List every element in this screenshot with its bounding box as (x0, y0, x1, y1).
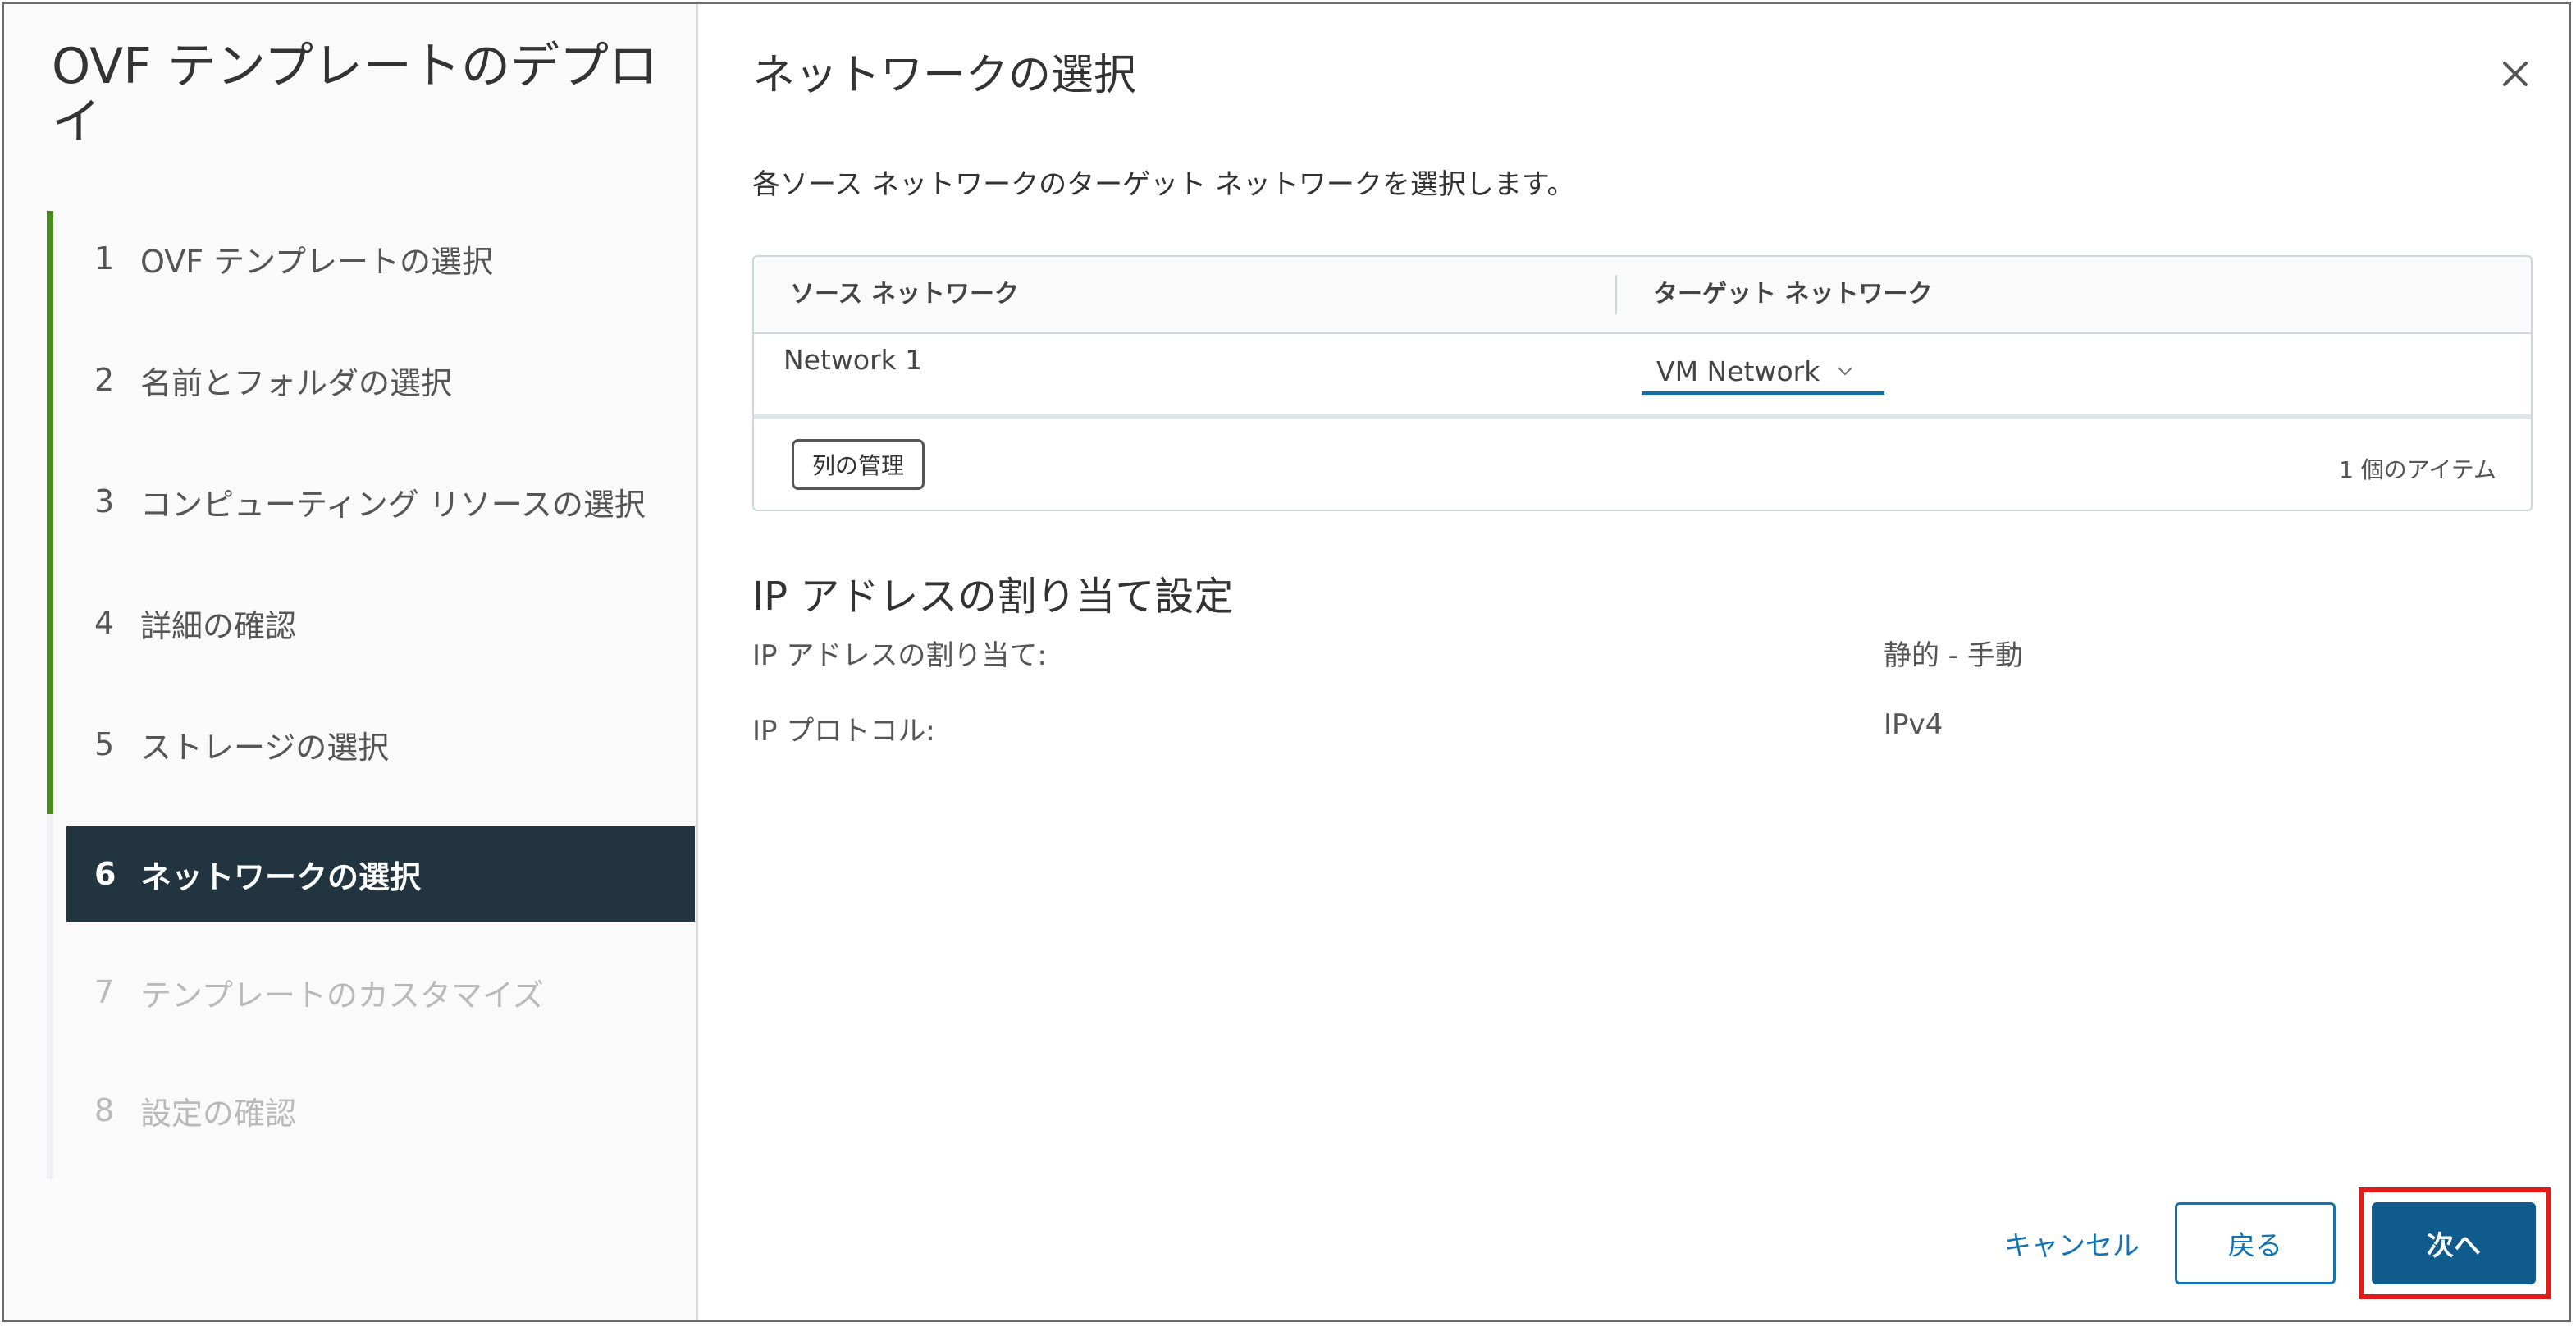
target-network-select[interactable]: VM Network (1642, 350, 1884, 395)
table-footer: 列の管理 1 個のアイテム (754, 419, 2531, 511)
back-button[interactable]: 戻る (2175, 1202, 2336, 1284)
step-1[interactable]: 1 OVF テンプレートの選択 (47, 211, 698, 306)
step-label: コンピューティング リソースの選択 (140, 486, 646, 523)
page-title: ネットワークの選択 (752, 51, 1137, 100)
wizard-title: OVF テンプレートのデプロイ (52, 38, 659, 151)
close-icon[interactable] (2495, 53, 2536, 94)
column-header-source: ソース ネットワーク (790, 280, 1019, 309)
step-label: ストレージの選択 (140, 729, 390, 766)
chevron-down-icon (1838, 367, 1853, 376)
step-8: 8 設定の確認 (47, 1063, 698, 1158)
step-5[interactable]: 5 ストレージの選択 (47, 697, 698, 792)
step-label: 詳細の確認 (140, 607, 297, 644)
column-separator[interactable] (1615, 275, 1617, 314)
step-number: 1 (94, 240, 115, 277)
table-header: ソース ネットワーク ターゲット ネットワーク (754, 257, 2531, 334)
wizard-sidebar: OVF テンプレートのデプロイ 1 OVF テンプレートの選択 2 名前とフォル… (4, 4, 698, 1320)
wizard-content: ネットワークの選択 各ソース ネットワークのターゲット ネットワークを選択します… (698, 4, 2569, 1320)
step-4[interactable]: 4 詳細の確認 (47, 575, 698, 670)
network-table: ソース ネットワーク ターゲット ネットワーク Network 1 VM Net… (752, 255, 2533, 511)
step-label: 名前とフォルダの選択 (140, 364, 453, 401)
step-number: 8 (94, 1092, 115, 1128)
cancel-button[interactable]: キャンセル (1985, 1204, 2159, 1283)
source-network-cell: Network 1 (783, 344, 923, 376)
dialog: OVF テンプレートのデプロイ 1 OVF テンプレートの選択 2 名前とフォル… (2, 2, 2571, 1322)
ip-protocol-label: IP プロトコル: (752, 715, 935, 748)
column-header-target: ターゲット ネットワーク (1653, 280, 1933, 309)
step-label: テンプレートのカスタマイズ (140, 977, 544, 1014)
next-button[interactable]: 次へ (2372, 1202, 2536, 1284)
step-number: 4 (94, 605, 115, 641)
step-label: 設定の確認 (140, 1095, 297, 1132)
item-count: 1 個のアイテム (2339, 456, 2496, 483)
ip-settings-title: IP アドレスの割り当て設定 (752, 574, 1234, 620)
ip-allocation-value: 静的 - 手動 (1884, 639, 2023, 672)
step-7: 7 テンプレートのカスタマイズ (47, 945, 698, 1040)
step-number: 5 (94, 726, 115, 762)
step-2[interactable]: 2 名前とフォルダの選択 (47, 332, 698, 428)
table-row: Network 1 VM Network (754, 334, 2531, 419)
step-label: ネットワークの選択 (140, 858, 422, 895)
ip-protocol-value: IPv4 (1884, 708, 1943, 741)
step-label: OVF テンプレートの選択 (140, 243, 494, 280)
step-number: 7 (94, 974, 115, 1010)
step-3[interactable]: 3 コンピューティング リソースの選択 (47, 454, 698, 549)
step-number: 2 (94, 362, 115, 398)
step-6[interactable]: 6 ネットワークの選択 (66, 826, 695, 922)
step-number: 3 (94, 483, 115, 519)
step-number: 6 (94, 856, 116, 892)
target-network-value: VM Network (1656, 355, 1820, 387)
manage-columns-button[interactable]: 列の管理 (792, 439, 925, 490)
ip-allocation-label: IP アドレスの割り当て: (752, 639, 1047, 672)
page-description: 各ソース ネットワークのターゲット ネットワークを選択します。 (752, 168, 1575, 201)
